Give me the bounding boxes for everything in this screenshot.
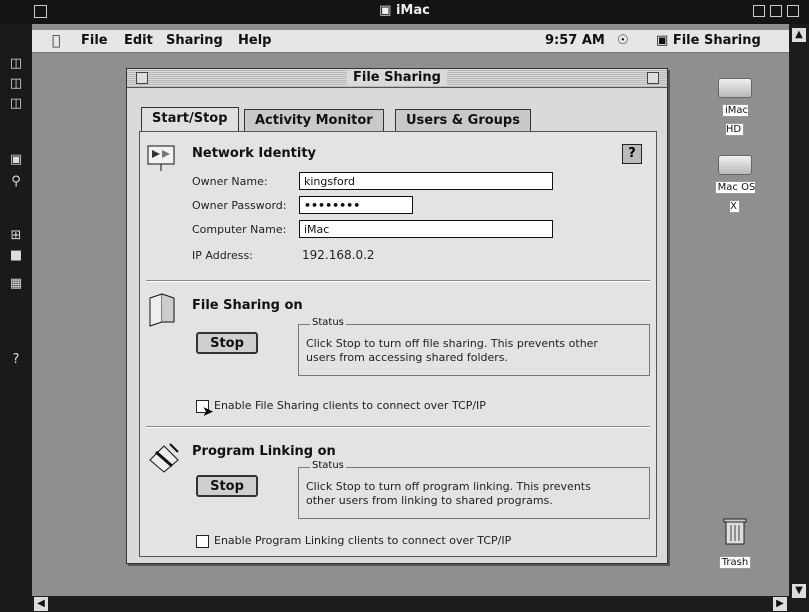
file-sharing-status-label: Status xyxy=(310,317,346,328)
network-identity-heading: Network Identity xyxy=(192,146,317,161)
file-sharing-stop-button[interactable]: Stop xyxy=(196,332,258,354)
desktop-icon-trash[interactable]: Trash xyxy=(712,516,758,569)
tab-activity-monitor[interactable]: Activity Monitor xyxy=(244,109,384,132)
screen-icon: ▣ xyxy=(379,3,392,18)
program-linking-tcp-label[interactable]: Enable Program Linking clients to connec… xyxy=(214,534,511,547)
menu-help[interactable]: Help xyxy=(238,33,271,48)
apple-menu-icon[interactable]:  xyxy=(52,33,60,49)
scroll-right-icon[interactable]: ▶ xyxy=(773,597,787,611)
network-identity-icon xyxy=(147,145,175,171)
program-linking-stop-button[interactable]: Stop xyxy=(196,475,258,497)
desktop-icon-label: iMac HD xyxy=(721,104,749,136)
application-menu[interactable]: ▣ File Sharing xyxy=(656,33,761,48)
magnifier-icon[interactable]: ⚲ xyxy=(8,174,24,190)
tab-panel: Network Identity ? Owner Name: kingsford… xyxy=(139,131,657,557)
desktop-icon-label: Mac OS X xyxy=(714,181,756,213)
hard-disk-icon xyxy=(718,78,752,98)
paste-icon[interactable]: ◫ xyxy=(8,96,24,112)
camera-icon[interactable]: ▣ xyxy=(8,152,24,168)
ip-address-value: 192.168.0.2 xyxy=(302,248,375,262)
program-linking-status-text-1: Click Stop to turn off program linking. … xyxy=(306,480,591,493)
clipboard-icon[interactable]: ◫ xyxy=(8,56,24,72)
file-sharing-status-text-2: users from accessing shared folders. xyxy=(306,351,509,364)
file-sharing-heading: File Sharing on xyxy=(192,298,303,313)
host-collapse-box[interactable] xyxy=(787,5,799,17)
help-icon[interactable]: ? xyxy=(8,352,24,368)
fit-screen-icon[interactable]: ⊞ xyxy=(8,228,24,244)
desktop-icon-mac-os-x[interactable]: Mac OS X xyxy=(712,155,758,213)
trash-icon xyxy=(723,518,747,545)
horizontal-scrollbar[interactable]: ◀ ▶ xyxy=(32,596,789,612)
collapse-box[interactable] xyxy=(647,72,659,84)
file-sharing-status-text-1: Click Stop to turn off file sharing. Thi… xyxy=(306,337,598,350)
file-sharing-tcp-label[interactable]: Enable File Sharing clients to connect o… xyxy=(214,399,486,412)
fill-icon[interactable]: ■ xyxy=(8,248,24,264)
host-title: ▣ iMac xyxy=(379,3,430,18)
menu-file[interactable]: File xyxy=(81,33,108,48)
file-sharing-window: File Sharing Start/Stop Activity Monitor… xyxy=(126,68,668,564)
owner-password-field[interactable]: •••••••• xyxy=(299,196,413,214)
program-linking-status-label: Status xyxy=(310,460,346,471)
file-sharing-app-icon: ▣ xyxy=(656,33,669,48)
divider xyxy=(146,426,650,428)
program-linking-status-text-2: other users from linking to shared progr… xyxy=(306,494,553,507)
menu-clock[interactable]: 9:57 AM xyxy=(545,33,605,48)
computer-name-label: Computer Name: xyxy=(192,223,287,236)
program-linking-tcp-checkbox[interactable] xyxy=(196,535,209,548)
menu-sharing[interactable]: Sharing xyxy=(166,33,223,48)
desktop-icon-imac-hd[interactable]: iMac HD xyxy=(712,78,758,136)
mouse-pointer-icon: ➤ xyxy=(202,404,214,420)
hard-disk-icon xyxy=(718,155,752,175)
close-box[interactable] xyxy=(136,72,148,84)
owner-password-label: Owner Password: xyxy=(192,199,287,212)
owner-name-field[interactable]: kingsford xyxy=(299,172,553,190)
host-resize-box[interactable] xyxy=(770,5,782,17)
menu-edit[interactable]: Edit xyxy=(124,33,153,48)
scroll-up-icon[interactable]: ▲ xyxy=(792,28,806,42)
control-strip-icon[interactable]: ☉ xyxy=(617,33,629,48)
tool-strip: ◫ ◫ ◫ ▣ ⚲ ⊞ ■ ▦ ? xyxy=(0,24,32,612)
program-linking-heading: Program Linking on xyxy=(192,444,336,459)
computer-name-field[interactable]: iMac xyxy=(299,220,553,238)
scroll-down-icon[interactable]: ▼ xyxy=(792,584,806,598)
ip-address-label: IP Address: xyxy=(192,249,253,262)
copy-icon[interactable]: ◫ xyxy=(8,76,24,92)
scroll-left-icon[interactable]: ◀ xyxy=(34,597,48,611)
folder-sharing-icon xyxy=(149,293,175,327)
scale-icon[interactable]: ▦ xyxy=(8,276,24,292)
desktop-icon-label: Trash xyxy=(718,556,752,569)
owner-name-label: Owner Name: xyxy=(192,175,268,188)
tab-start-stop[interactable]: Start/Stop xyxy=(141,107,239,132)
host-zoom-box[interactable] xyxy=(753,5,765,17)
window-title: File Sharing xyxy=(347,70,447,85)
help-button[interactable]: ? xyxy=(622,144,642,164)
divider xyxy=(146,280,650,282)
tab-users-groups[interactable]: Users & Groups xyxy=(395,109,531,132)
vertical-scrollbar[interactable]: ▲ ▼ xyxy=(789,24,809,612)
program-linking-icon xyxy=(149,443,179,473)
